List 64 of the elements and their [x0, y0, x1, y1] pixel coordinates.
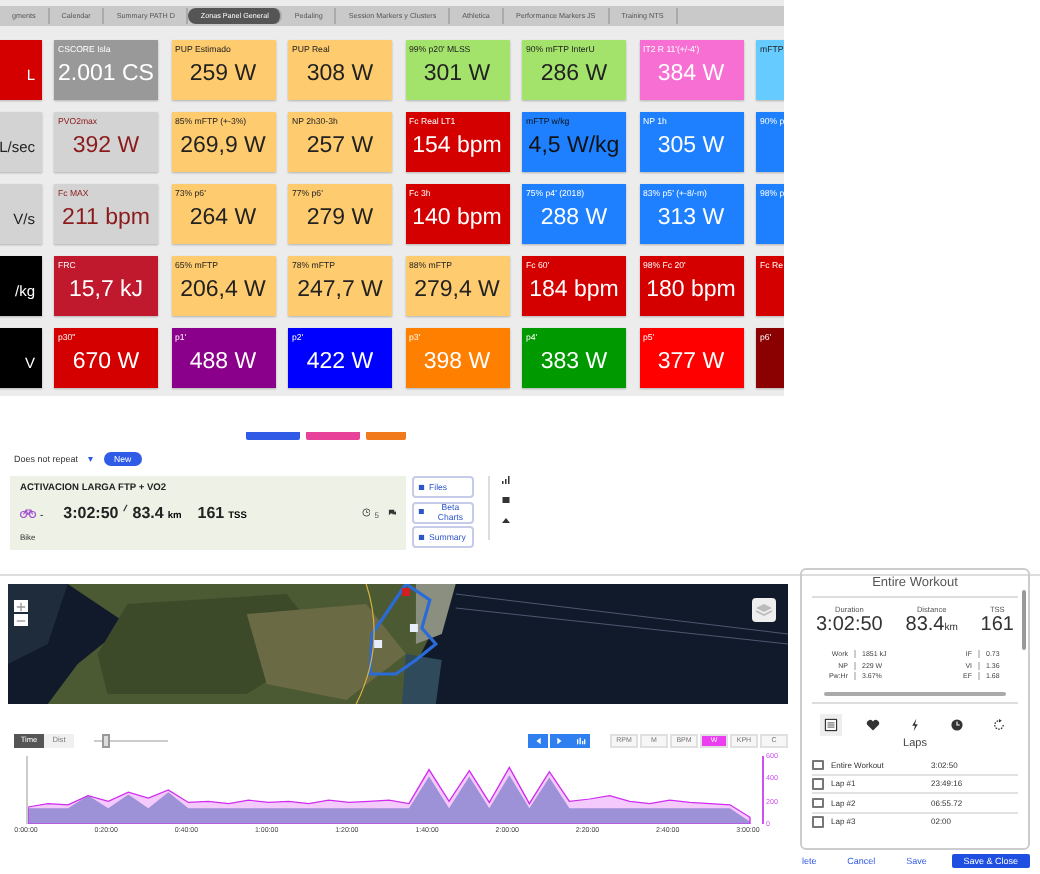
- zoom-in-button[interactable]: [14, 600, 28, 612]
- tile-value: 2.001 CS: [58, 60, 154, 90]
- tile-value: 377 W: [657, 348, 725, 378]
- tile-value: 140 bpm: [412, 204, 502, 234]
- tile-value: 384 W: [657, 60, 725, 90]
- tile-value: 259 W: [189, 60, 257, 90]
- tile-value: 4,5 W/kg: [528, 132, 620, 162]
- checkbox[interactable]: [812, 778, 823, 789]
- workout-tss: 161: [197, 504, 225, 522]
- signal-icon[interactable]: [502, 476, 510, 484]
- scrollbar[interactable]: [824, 692, 1006, 696]
- tile-value: 279 W: [306, 204, 374, 234]
- stat-value: 3:02:50: [816, 614, 883, 636]
- tile-value: 301 W: [423, 60, 491, 90]
- tile-value: 279,4 W: [414, 276, 500, 306]
- mountain-icon[interactable]: [502, 516, 510, 524]
- tile-value: 15,7 kJ: [68, 276, 144, 306]
- tile-value: 264 W: [189, 204, 257, 234]
- tile-value: 392 W: [72, 132, 140, 162]
- tile-value: 269,9 W: [180, 132, 266, 162]
- tile-value: 286 W: [540, 60, 608, 90]
- tile-value: 184 bpm: [529, 276, 619, 306]
- layers-button[interactable]: [752, 598, 776, 622]
- bar-chart-icon: [575, 735, 585, 745]
- tile-value: 398 W: [423, 348, 491, 378]
- tile-value: 383 W: [540, 348, 608, 378]
- next-button[interactable]: [549, 733, 569, 747]
- stat-value: 161: [980, 614, 1014, 636]
- tile-value: 206,4 W: [180, 276, 266, 306]
- tile-value: 308 W: [306, 60, 374, 90]
- checkbox[interactable]: [812, 816, 823, 827]
- tile-value: 247,7 W: [297, 276, 383, 306]
- tile-value: 154 bpm: [412, 132, 502, 162]
- heart-icon[interactable]: [866, 718, 880, 732]
- checkbox[interactable]: [812, 759, 823, 770]
- right-arrow-icon: [554, 735, 564, 745]
- clock-icon[interactable]: [950, 718, 964, 732]
- refresh-icon[interactable]: [992, 718, 1006, 732]
- bike-icon: [20, 508, 36, 518]
- chat-icon[interactable]: [387, 508, 396, 518]
- left-arrow-icon: [533, 735, 543, 745]
- list-icon[interactable]: [824, 718, 838, 732]
- minus-icon: [16, 615, 26, 625]
- tile-value: 257 W: [306, 132, 374, 162]
- lightning-icon[interactable]: [908, 718, 922, 732]
- scrollbar[interactable]: [1022, 590, 1026, 650]
- workout-distance: 83.4: [132, 504, 164, 522]
- square-icon[interactable]: [502, 496, 510, 504]
- tile-value: 422 W: [306, 348, 374, 378]
- checkbox[interactable]: [812, 797, 823, 808]
- clock-icon: [361, 508, 371, 518]
- workout-duration: 3:02:50: [63, 504, 119, 522]
- previous-button[interactable]: [528, 733, 548, 747]
- tile-value: 313 W: [657, 204, 725, 234]
- tile-value: 488 W: [189, 348, 257, 378]
- tile-value: 670 W: [72, 348, 140, 378]
- layers-icon: [754, 600, 774, 620]
- tile-value: 211 bpm: [62, 204, 150, 234]
- tile-value: 288 W: [540, 204, 608, 234]
- tile-value: 305 W: [657, 132, 725, 162]
- slider-handle[interactable]: [101, 734, 111, 748]
- chart-button[interactable]: [570, 733, 590, 747]
- tile-value: 180 bpm: [646, 276, 736, 306]
- plus-icon: [16, 601, 26, 611]
